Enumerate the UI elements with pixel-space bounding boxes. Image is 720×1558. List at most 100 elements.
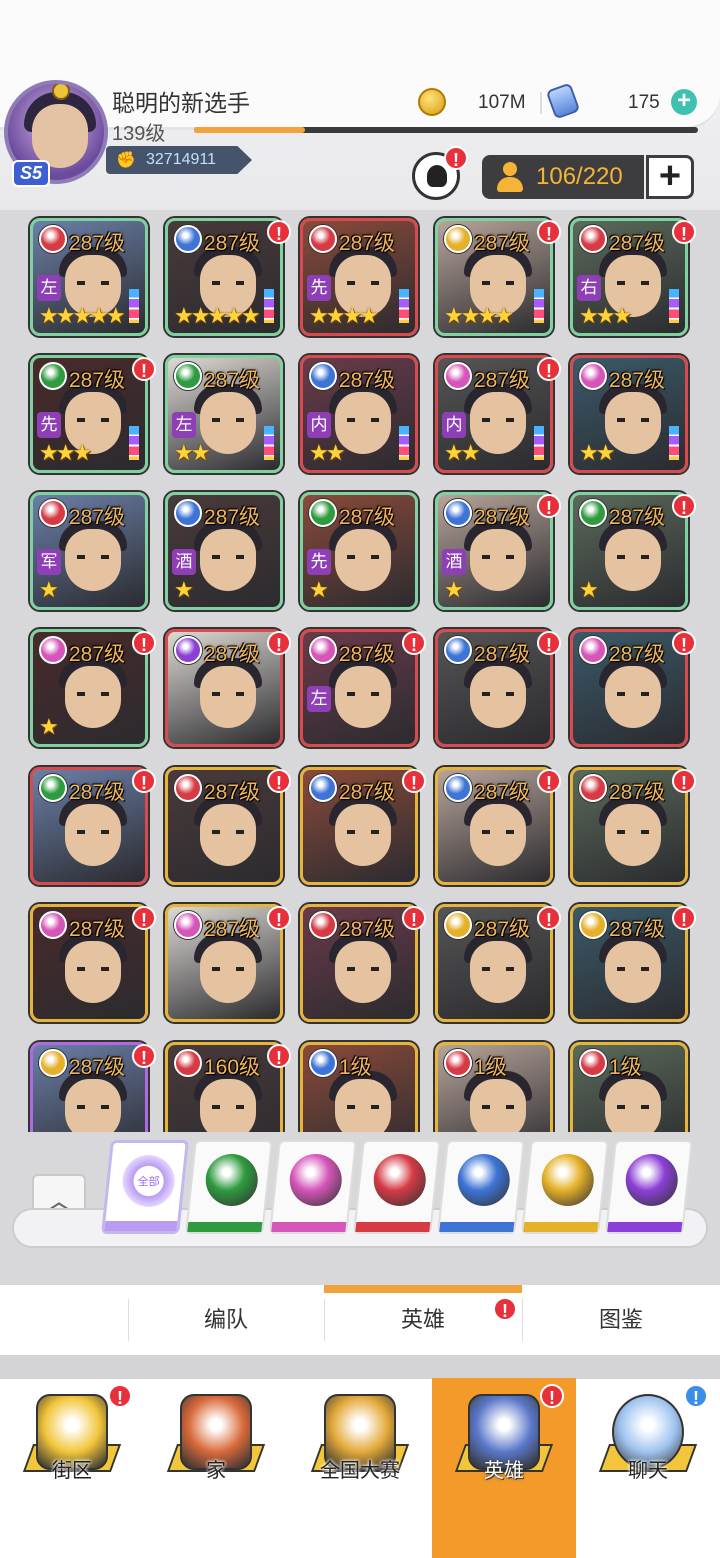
hero-card[interactable]: 287级先 ★ bbox=[300, 492, 418, 610]
hero-card[interactable]: 287级左 bbox=[300, 629, 418, 747]
hero-level: 287级 bbox=[339, 918, 396, 941]
hero-card[interactable]: 287级 bbox=[570, 904, 688, 1022]
hero-level: 1级 bbox=[474, 1056, 507, 1079]
hero-card[interactable]: 287级 bbox=[300, 767, 418, 885]
player-level: 139级 bbox=[112, 123, 166, 145]
filter-tab-all[interactable]: 全部 bbox=[101, 1140, 189, 1234]
hero-card[interactable]: 287级 ★★★★ bbox=[435, 218, 553, 336]
hero-card[interactable]: 287级 ★ bbox=[30, 629, 148, 747]
hero-level: 287级 bbox=[474, 506, 531, 529]
hero-alert-icon: ! bbox=[672, 906, 696, 930]
hero-eyes bbox=[212, 967, 244, 971]
hero-gear-bars bbox=[264, 289, 274, 323]
hero-card[interactable]: 287级 bbox=[435, 904, 553, 1022]
filter-tab-purple[interactable] bbox=[605, 1140, 693, 1234]
filter-tab-yellow[interactable] bbox=[521, 1140, 609, 1234]
hero-gear-bars bbox=[534, 426, 544, 460]
nav-alert-icon: ! bbox=[540, 1384, 564, 1408]
hero-card[interactable]: 287级 bbox=[30, 904, 148, 1022]
purple-faction-icon bbox=[625, 1154, 678, 1206]
hero-card[interactable]: 287级左 ★★★★★ bbox=[30, 218, 148, 336]
hero-eyes bbox=[482, 1105, 514, 1109]
hero-card[interactable]: 287级内 ★★ bbox=[435, 355, 553, 473]
hero-gear-bars bbox=[129, 289, 139, 323]
hero-gear-bars bbox=[669, 426, 679, 460]
hero-eyes bbox=[617, 281, 649, 285]
filter-tab-red[interactable] bbox=[353, 1140, 441, 1234]
hero-card[interactable]: 287级酒 ★ bbox=[435, 492, 553, 610]
hero-card[interactable]: 287级先 ★★★★ bbox=[300, 218, 418, 336]
hero-eyes bbox=[482, 967, 514, 971]
hero-card[interactable]: 287级左 ★★ bbox=[165, 355, 283, 473]
purple-faction-icon bbox=[174, 636, 202, 664]
hero-level: 287级 bbox=[69, 643, 126, 666]
hero-alert-icon: ! bbox=[672, 220, 696, 244]
yellow-faction-icon bbox=[444, 225, 472, 253]
hero-card[interactable]: 287级 bbox=[435, 767, 553, 885]
coin-icon bbox=[418, 88, 446, 116]
hero-capacity-value: 106/220 bbox=[536, 163, 623, 190]
hero-face bbox=[470, 666, 526, 728]
hero-alert-icon: ! bbox=[537, 906, 561, 930]
hero-star-rating: ★ bbox=[444, 577, 464, 602]
hero-card[interactable]: 287级内 ★★ bbox=[300, 355, 418, 473]
filter-tab-pink[interactable] bbox=[269, 1140, 357, 1234]
filter-tab-underline bbox=[355, 1222, 431, 1232]
pink-faction-icon bbox=[289, 1154, 342, 1206]
hero-card[interactable]: 287级先 ★★★ bbox=[30, 355, 148, 473]
hero-card[interactable]: 287级 bbox=[570, 767, 688, 885]
hero-card[interactable]: 287级 ★ bbox=[570, 492, 688, 610]
blue-faction-icon bbox=[457, 1154, 510, 1206]
hero-card[interactable]: 287级右 ★★★ bbox=[570, 218, 688, 336]
hero-card[interactable]: 287级军 ★ bbox=[30, 492, 148, 610]
hero-level: 287级 bbox=[204, 369, 261, 392]
nav-label: 全国大赛 bbox=[320, 1460, 400, 1482]
hero-card[interactable]: 287级 bbox=[165, 767, 283, 885]
hero-card[interactable]: 287级 bbox=[570, 629, 688, 747]
filter-tab-blue[interactable] bbox=[437, 1140, 525, 1234]
tab-handbook[interactable]: 图鉴 bbox=[522, 1285, 720, 1355]
expand-capacity-button[interactable]: + bbox=[646, 155, 694, 199]
red-faction-icon bbox=[579, 774, 607, 802]
tab-heroes[interactable]: 英雄 bbox=[324, 1285, 522, 1355]
nav-signpost[interactable]: 街区! bbox=[0, 1378, 144, 1558]
hero-card[interactable]: 287级 bbox=[30, 767, 148, 885]
green-faction-icon bbox=[39, 362, 67, 390]
nav-house[interactable]: 家 bbox=[144, 1378, 288, 1558]
nav-chat-bubble[interactable]: 聊天! bbox=[576, 1378, 720, 1558]
hero-card[interactable]: 160级 bbox=[165, 1042, 283, 1132]
hero-card[interactable]: 287级 ★★ bbox=[570, 355, 688, 473]
filter-tab-green[interactable] bbox=[185, 1140, 273, 1234]
red-faction-icon bbox=[174, 1049, 202, 1077]
hero-card[interactable]: 287级 ★★★★★ bbox=[165, 218, 283, 336]
hero-level: 287级 bbox=[609, 781, 666, 804]
yellow-faction-icon bbox=[444, 911, 472, 939]
green-faction-icon bbox=[579, 499, 607, 527]
nav-trophy[interactable]: 全国大赛 bbox=[288, 1378, 432, 1558]
pink-faction-icon bbox=[579, 636, 607, 664]
hero-alert-icon: ! bbox=[672, 769, 696, 793]
hero-card[interactable]: 1级 bbox=[570, 1042, 688, 1132]
tab-formation[interactable]: 编队 bbox=[128, 1285, 324, 1355]
nav-label: 英雄 bbox=[484, 1460, 524, 1482]
hero-card[interactable]: 1级 bbox=[300, 1042, 418, 1132]
hero-alert-icon: ! bbox=[537, 220, 561, 244]
hero-level: 287级 bbox=[69, 506, 126, 529]
combat-power-value: 32714911 bbox=[146, 151, 216, 168]
hero-face bbox=[605, 529, 661, 591]
hero-card[interactable]: 287级 bbox=[300, 904, 418, 1022]
hero-card[interactable]: 287级酒 ★ bbox=[165, 492, 283, 610]
hero-level: 287级 bbox=[69, 232, 126, 255]
hero-card[interactable]: 1级 bbox=[435, 1042, 553, 1132]
add-gems-button[interactable]: + bbox=[671, 89, 697, 115]
hero-card[interactable]: 287级 bbox=[165, 904, 283, 1022]
hero-gear-bars bbox=[129, 426, 139, 460]
hero-level: 287级 bbox=[609, 643, 666, 666]
hero-card[interactable]: 287级 bbox=[435, 629, 553, 747]
hero-card[interactable]: 287级 bbox=[165, 629, 283, 747]
hero-card[interactable]: 287级 bbox=[30, 1042, 148, 1132]
hero-alert-icon: ! bbox=[267, 631, 291, 655]
green-faction-icon bbox=[174, 362, 202, 390]
hero-level: 287级 bbox=[204, 232, 261, 255]
nav-cards[interactable]: 英雄! bbox=[432, 1378, 576, 1558]
